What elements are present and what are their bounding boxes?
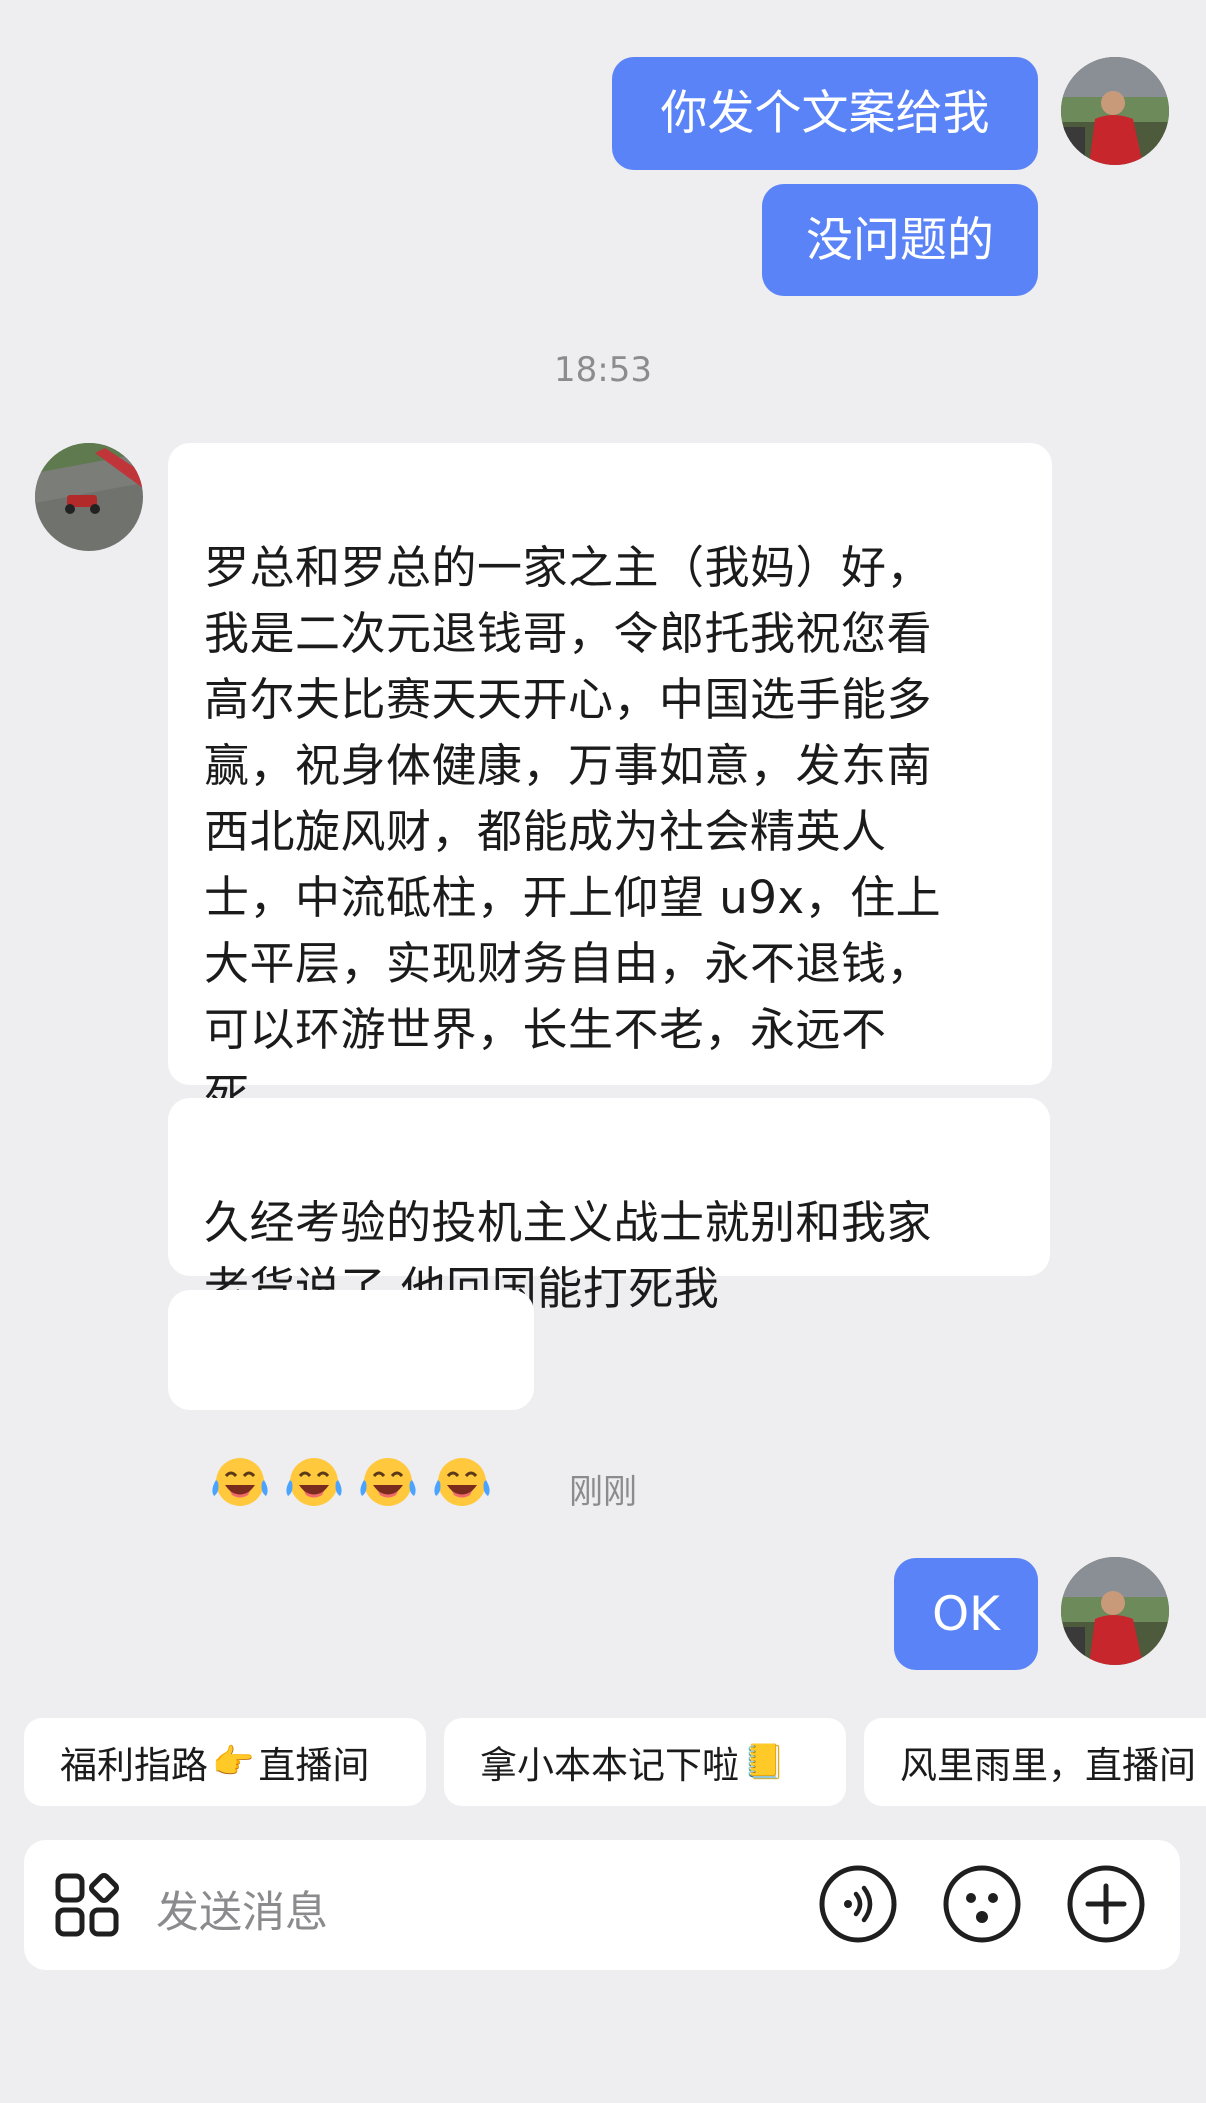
quick-reply-chip[interactable]: 拿小本本记下啦 📒	[444, 1718, 846, 1806]
message-bubble-incoming[interactable]: 罗总和罗总的一家之主（我妈）好， 我是二次元退钱哥，令郎托我祝您看 高尔夫比赛天…	[168, 443, 1052, 1122]
plus-icon[interactable]	[1066, 1864, 1146, 1944]
emoji-icon[interactable]	[942, 1864, 1022, 1944]
avatar-racecar-icon	[35, 443, 143, 551]
message-text: 你发个文案给我	[660, 86, 990, 141]
voice-icon[interactable]	[818, 1864, 898, 1944]
chip-text: 拿小本本记下啦	[480, 1744, 739, 1787]
avatar-photo-icon	[1061, 1557, 1169, 1665]
avatar-photo-icon	[1061, 57, 1169, 165]
message-input-bar: 发送消息	[24, 1840, 1180, 1970]
avatar-self[interactable]	[1061, 57, 1169, 165]
message-input-placeholder[interactable]: 发送消息	[156, 1878, 328, 1940]
chip-text-suffix: 直播间	[258, 1744, 370, 1787]
message-text: 没问题的	[806, 212, 994, 268]
message-text: OK	[932, 1586, 1000, 1642]
chip-text: 风里雨里，直播间	[900, 1744, 1196, 1787]
avatar-self[interactable]	[1061, 1557, 1169, 1665]
timestamp: 18:53	[554, 350, 652, 390]
message-text: 罗总和罗总的一家之主（我妈）好， 我是二次元退钱哥，令郎托我祝您看 高尔夫比赛天…	[204, 541, 942, 1122]
message-bubble-outgoing[interactable]: 没问题的	[762, 184, 1038, 296]
quick-reply-chip[interactable]: 福利指路 👉 直播间	[24, 1718, 426, 1806]
message-bubble-incoming[interactable]: 久经考验的投机主义战士就别和我家 老货说了 他回国能打死我	[168, 1098, 1050, 1315]
avatar-contact[interactable]	[35, 443, 143, 551]
message-bubble-outgoing[interactable]: 你发个文案给我	[612, 57, 1038, 170]
timestamp: 刚刚	[569, 1472, 637, 1512]
apps-icon[interactable]	[54, 1870, 124, 1940]
message-bubble-outgoing[interactable]: OK	[894, 1558, 1038, 1670]
quick-reply-chip[interactable]: 风里雨里，直播间	[864, 1718, 1206, 1806]
notebook-icon: 📒	[743, 1742, 786, 1782]
message-bubble-incoming[interactable]: 😂😂😂😂	[168, 1290, 534, 1508]
chip-text: 福利指路	[60, 1744, 208, 1787]
pointing-hand-icon: 👉	[212, 1742, 255, 1782]
